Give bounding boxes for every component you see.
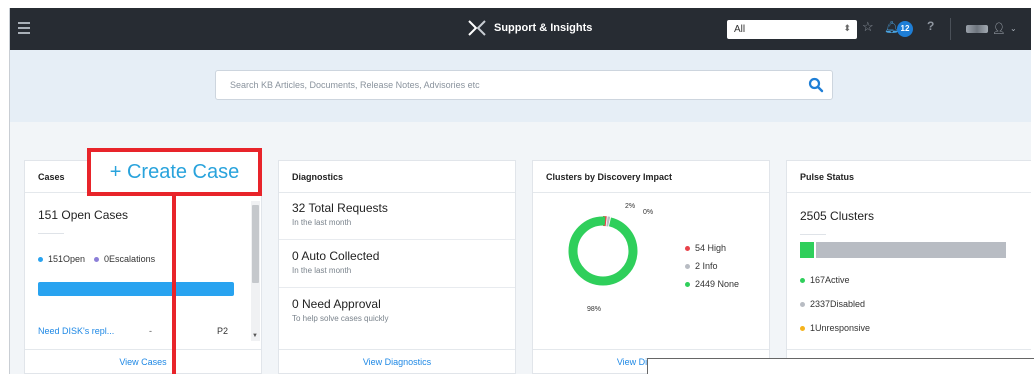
scrollbar[interactable]: ▼: [251, 201, 260, 341]
case-priority: P2: [217, 326, 229, 336]
diagnostics-card-title: Diagnostics: [279, 161, 515, 193]
brand-logo-icon: [468, 20, 486, 36]
info-dot-icon: [685, 263, 690, 269]
search-input[interactable]: [216, 71, 776, 99]
search-box: [215, 70, 833, 100]
select-arrows-icon: ⬍: [843, 23, 851, 33]
open-cases-count: 151 Open Cases: [38, 208, 129, 222]
legend-item-info: 2 Info: [685, 261, 718, 271]
open-dot-icon: [38, 256, 43, 262]
legend-item-none: 2449 None: [685, 279, 739, 289]
legend-label-high: 54 High: [695, 243, 727, 253]
diagnostics-item[interactable]: 0 Auto Collected In the last month: [279, 243, 515, 288]
discovery-donut-chart: [568, 216, 638, 286]
view-diagnostics-link[interactable]: View Diagnostics: [279, 349, 515, 373]
diagnostics-item-title: 0 Auto Collected: [292, 249, 380, 263]
cases-legend: 151Open 0Escalations: [38, 254, 155, 264]
diagnostics-item-sub: To help solve cases quickly: [292, 314, 389, 323]
top-navigation-bar: Support & Insights All ⬍ ☆ 🔔︎ 12 ? 👤︎ ⌄: [10, 8, 1031, 50]
donut-segment-none: [568, 216, 638, 286]
clusters-card: Clusters by Discovery Impact 2% 0% 98% 5…: [532, 160, 770, 374]
case-status: -: [149, 326, 152, 336]
star-icon[interactable]: ☆: [862, 19, 874, 35]
search-band: [10, 50, 1031, 122]
help-icon[interactable]: ?: [927, 19, 934, 33]
pulse-bar-gap: [813, 242, 816, 258]
annotation-border: [647, 358, 648, 374]
disabled-dot-icon: [800, 301, 805, 307]
pulse-active-segment: [800, 242, 814, 258]
escalations-label: 0Escalations: [104, 254, 156, 264]
pulse-disabled-label: 2337Disabled: [810, 299, 866, 309]
pulse-cluster-count: 2505 Clusters: [800, 209, 875, 223]
divider: [800, 234, 826, 235]
donut-label-info: 0%: [643, 209, 654, 216]
user-name-redacted: [966, 24, 988, 33]
donut-label-none: 98%: [587, 306, 602, 313]
hamburger-menu-icon[interactable]: [18, 22, 30, 34]
annotation-panel: [648, 359, 1034, 374]
user-icon: 👤︎: [992, 23, 1006, 35]
escalations-dot-icon: [94, 256, 100, 262]
active-dot-icon: [800, 277, 805, 283]
scope-select-value: All: [734, 24, 746, 35]
search-icon[interactable]: [808, 77, 824, 93]
pulse-card-title: Pulse Status: [787, 161, 1031, 193]
diagnostics-card: Diagnostics 32 Total Requests In the las…: [278, 160, 516, 374]
diagnostics-item-title: 32 Total Requests: [292, 201, 388, 215]
brand: Support & Insights: [468, 20, 592, 36]
scrollbar-thumb[interactable]: [252, 205, 259, 283]
pulse-legend-unresponsive: 1Unresponsive: [800, 323, 870, 333]
clusters-card-title: Clusters by Discovery Impact: [533, 161, 769, 193]
open-label: 151Open: [48, 254, 86, 264]
diagnostics-item-sub: In the last month: [292, 218, 352, 227]
pulse-legend-active: 167Active: [800, 275, 850, 285]
diagnostics-item[interactable]: 32 Total Requests In the last month: [279, 195, 515, 240]
scope-select[interactable]: All ⬍: [727, 20, 857, 39]
notification-badge[interactable]: 12: [897, 21, 913, 37]
annotation-arrow-line: [172, 196, 176, 374]
scroll-down-arrow-icon[interactable]: ▼: [252, 333, 258, 339]
legend-label-none: 2449 None: [695, 279, 740, 289]
diagnostics-item-sub: In the last month: [292, 266, 352, 275]
divider: [950, 18, 951, 40]
create-case-button[interactable]: + Create Case: [87, 148, 262, 196]
diagnostics-item[interactable]: 0 Need Approval To help solve cases quic…: [279, 291, 515, 336]
legend-item-high: 54 High: [685, 243, 726, 253]
diagnostics-item-title: 0 Need Approval: [292, 297, 381, 311]
pulse-legend-disabled: 2337Disabled: [800, 299, 865, 309]
legend-label-info: 2 Info: [695, 261, 718, 271]
high-dot-icon: [685, 245, 690, 251]
pulse-status-bar: [800, 242, 1006, 258]
annotation-border: [647, 358, 1034, 359]
pulse-active-label: 167Active: [810, 275, 850, 285]
unresponsive-dot-icon: [800, 325, 805, 331]
app-title: Support & Insights: [494, 22, 593, 34]
chevron-down-icon: ⌄: [1009, 24, 1017, 33]
pulse-unresponsive-label: 1Unresponsive: [810, 323, 871, 333]
view-cases-link[interactable]: View Cases: [25, 349, 261, 373]
none-dot-icon: [685, 281, 690, 287]
divider: [38, 233, 64, 234]
pulse-card: Pulse Status 2505 Clusters 167Active 233…: [786, 160, 1031, 374]
user-menu[interactable]: 👤︎ ⌄: [966, 22, 1017, 35]
case-link[interactable]: Need DISK's repl...: [38, 326, 114, 336]
donut-label-high: 2%: [625, 203, 636, 210]
open-cases-bar: [38, 282, 234, 296]
